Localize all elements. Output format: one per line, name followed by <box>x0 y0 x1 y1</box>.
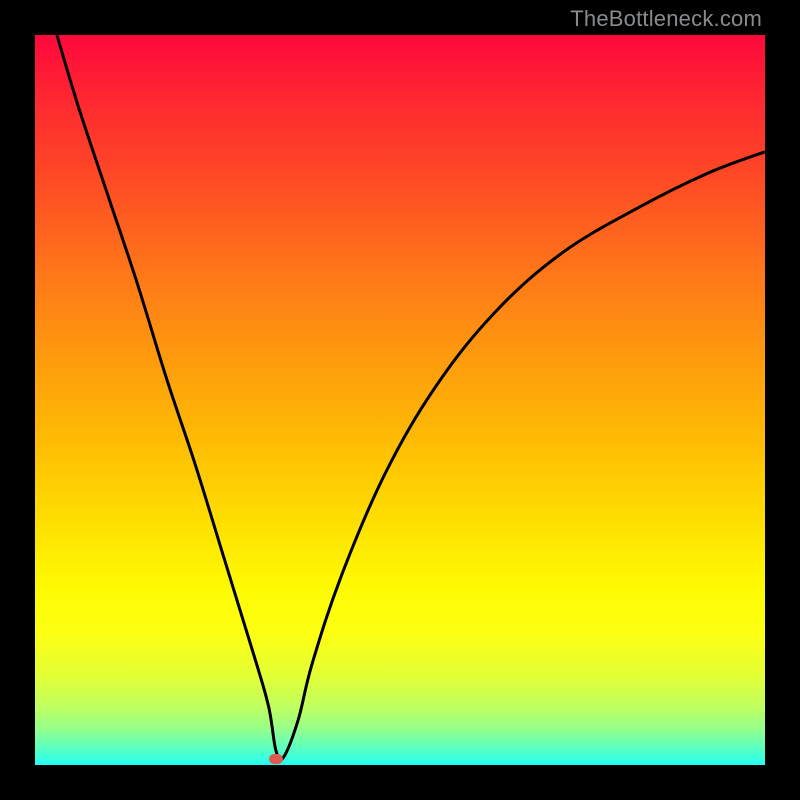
plot-area <box>35 35 765 765</box>
chart-frame: TheBottleneck.com <box>0 0 800 800</box>
optimal-point-marker <box>269 754 283 764</box>
bottleneck-curve <box>35 35 765 765</box>
attribution-label: TheBottleneck.com <box>570 6 762 32</box>
curve-path <box>57 35 765 760</box>
